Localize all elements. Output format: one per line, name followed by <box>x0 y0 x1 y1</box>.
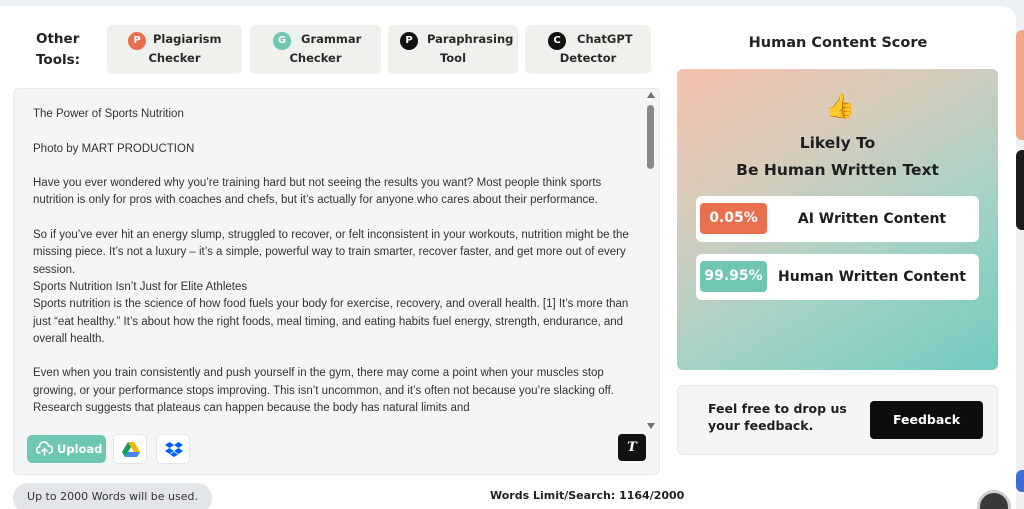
human-content-row: 99.95% Human Written Content <box>696 254 979 300</box>
paraphrasing-tool-button[interactable]: P Paraphrasing Tool <box>388 25 518 74</box>
human-percent-badge: 99.95% <box>700 261 767 292</box>
editor-line: The Power of Sports Nutrition <box>33 108 184 120</box>
upload-button[interactable]: Upload <box>27 435 106 463</box>
dropbox-icon <box>165 442 183 457</box>
feedback-prompt-line2: your feedback. <box>708 418 814 433</box>
tool-label-line1: Grammar <box>301 32 362 46</box>
tool-label-line2: Checker <box>148 51 201 65</box>
grammar-checker-button[interactable]: G Grammar Checker <box>250 25 381 74</box>
clear-formatting-button[interactable]: T <box>618 434 646 461</box>
editor-content[interactable]: The Power of Sports Nutrition Photo by M… <box>33 106 633 432</box>
score-panel: 👍 Likely To Be Human Written Text 0.05% … <box>677 69 998 370</box>
cloud-upload-icon <box>36 441 53 456</box>
dropbox-button[interactable] <box>156 434 190 464</box>
ai-content-label: AI Written Content <box>797 211 947 227</box>
tool-label-line2: Checker <box>289 51 342 65</box>
chatgpt-detector-button[interactable]: C ChatGPT Detector <box>525 25 651 74</box>
plagiarism-icon: P <box>128 32 146 50</box>
tool-label-line1: Plagiarism <box>153 32 222 46</box>
ai-content-row: 0.05% AI Written Content <box>696 196 979 242</box>
scroll-up-arrow-icon[interactable] <box>647 92 655 98</box>
verdict-text: Likely To Be Human Written Text <box>677 130 998 184</box>
tool-label-line2: Detector <box>559 51 617 65</box>
ai-percent-badge: 0.05% <box>700 203 767 234</box>
other-tools-label-line2: Tools: <box>36 52 81 68</box>
editor-line: Photo by MART PRODUCTION <box>33 142 195 155</box>
words-notice: Up to 2000 Words will be used. <box>13 483 212 509</box>
editor-line: Even when you train consistently and pus… <box>33 367 615 415</box>
edge-accent-dark <box>1016 150 1024 230</box>
google-drive-button[interactable] <box>113 434 147 464</box>
chatgpt-icon: C <box>548 32 566 50</box>
score-title: Human Content Score <box>748 35 928 51</box>
human-content-label: Human Written Content <box>778 269 966 285</box>
feedback-button[interactable]: Feedback <box>870 401 983 439</box>
edge-decoration <box>1016 0 1024 509</box>
editor-line: So if you’ve ever hit an energy slump, s… <box>33 229 629 276</box>
paraphrasing-icon: P <box>400 32 418 50</box>
editor-line: Sports nutrition is the science of how f… <box>33 298 629 345</box>
thumbs-up-icon: 👍 <box>825 92 855 120</box>
google-drive-icon <box>122 442 140 457</box>
plagiarism-checker-button[interactable]: P Plagiarism Checker <box>107 25 242 74</box>
feedback-prompt-line1: Feel free to drop us <box>708 401 847 416</box>
words-limit-counter: Words Limit/Search: 1164/2000 <box>490 489 685 502</box>
tool-label-line2: Tool <box>439 51 467 65</box>
feedback-prompt: Feel free to drop us your feedback. <box>708 400 847 434</box>
clear-formatting-icon: T <box>627 440 637 455</box>
editor-line: Have you ever wondered why you’re traini… <box>33 177 602 207</box>
other-tools-label: Other Tools: <box>36 29 80 71</box>
tool-label-line1: Paraphrasing <box>427 32 514 46</box>
verdict-line2: Be Human Written Text <box>736 161 939 179</box>
text-editor[interactable]: The Power of Sports Nutrition Photo by M… <box>13 88 660 475</box>
tool-label-line1: ChatGPT <box>577 32 633 46</box>
scroll-thumb[interactable] <box>647 105 654 169</box>
editor-line: Sports Nutrition Isn’t Just for Elite At… <box>33 280 248 293</box>
editor-scrollbar[interactable] <box>645 92 657 429</box>
grammar-icon: G <box>273 32 291 50</box>
feedback-box: Feel free to drop us your feedback. Feed… <box>677 385 998 455</box>
scroll-down-arrow-icon[interactable] <box>647 423 655 429</box>
edge-accent-blue <box>1016 470 1024 492</box>
verdict-line1: Likely To <box>799 134 876 152</box>
upload-label: Upload <box>57 442 103 456</box>
edge-accent-peach <box>1016 30 1024 140</box>
other-tools-label-line1: Other <box>36 31 80 47</box>
